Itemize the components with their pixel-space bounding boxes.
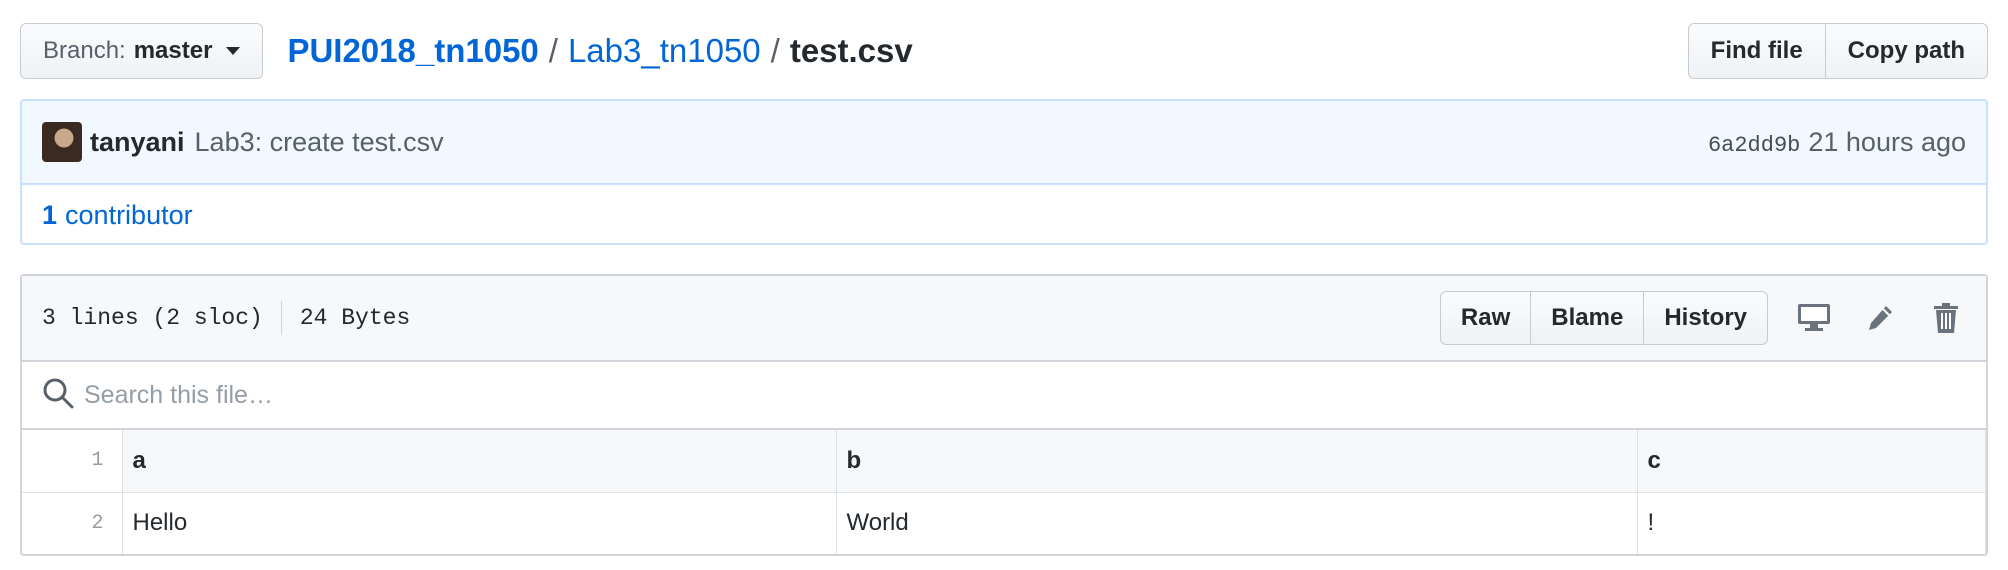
file-info: 3 lines (2 sloc) 24 Bytes <box>42 301 410 335</box>
breadcrumb-file-name: test.csv <box>789 32 913 69</box>
trash-icon[interactable] <box>1926 298 1966 338</box>
contributors-link[interactable]: 1 contributor <box>42 200 193 231</box>
line-number[interactable]: 2 <box>22 491 123 554</box>
file-actions: Raw Blame History <box>1439 291 1966 345</box>
search-icon <box>42 377 74 414</box>
file-info-divider <box>280 301 282 335</box>
commit-tease: tanyani Lab3: create test.csv 6a2dd9b 21… <box>20 99 1988 245</box>
contributors-label: contributor <box>65 199 193 230</box>
table-cell: Hello <box>121 491 837 554</box>
breadcrumb: PUI2018_tn1050 / Lab3_tn1050 / test.csv <box>287 32 912 70</box>
file-size: 24 Bytes <box>299 305 411 331</box>
find-file-button[interactable]: Find file <box>1687 23 1826 79</box>
avatar[interactable] <box>42 122 82 162</box>
file-navigation: Branch: master PUI2018_tn1050 / Lab3_tn1… <box>20 22 1988 80</box>
file-line-count: 3 lines (2 sloc) <box>42 305 263 331</box>
table-cell: ! <box>1636 491 1986 554</box>
table-cell: World <box>835 491 1638 554</box>
github-file-view: Branch: master PUI2018_tn1050 / Lab3_tn1… <box>0 0 2008 570</box>
file-nav-buttons: Find file Copy path <box>1687 23 1988 79</box>
blame-button[interactable]: Blame <box>1531 291 1645 345</box>
file-search-row <box>22 362 1986 430</box>
file-box: 3 lines (2 sloc) 24 Bytes Raw Blame Hist… <box>20 274 1988 556</box>
table-row: 2 Hello World ! <box>22 491 1986 554</box>
copy-path-button[interactable]: Copy path <box>1825 23 1988 79</box>
commit-message-link[interactable]: Lab3: create test.csv <box>195 127 444 158</box>
history-button[interactable]: History <box>1644 291 1768 345</box>
table-header-cell: b <box>835 430 1638 493</box>
breadcrumb-separator: / <box>770 32 780 69</box>
line-number[interactable]: 1 <box>22 430 123 493</box>
search-file-input[interactable] <box>84 380 1584 410</box>
commit-author-link[interactable]: tanyani <box>90 127 185 158</box>
breadcrumb-folder-link[interactable]: Lab3_tn1050 <box>568 32 761 70</box>
raw-button[interactable]: Raw <box>1439 291 1532 345</box>
branch-label: Branch: <box>43 37 126 64</box>
branch-select-button[interactable]: Branch: master <box>20 23 264 79</box>
table-header-cell: c <box>1636 430 1986 493</box>
commit-sha-link[interactable]: 6a2dd9b <box>1708 133 1800 158</box>
table-header-cell: a <box>121 430 837 493</box>
csv-table: 1 a b c 2 Hello World ! <box>22 430 1986 554</box>
contributors-row: 1 contributor <box>22 185 1986 243</box>
branch-name: master <box>133 37 213 64</box>
file-header: 3 lines (2 sloc) 24 Bytes Raw Blame Hist… <box>22 276 1986 362</box>
commit-time: 21 hours ago <box>1808 126 1966 157</box>
table-header-row: 1 a b c <box>22 430 1986 493</box>
chevron-down-icon <box>226 47 241 55</box>
latest-commit-row: tanyani Lab3: create test.csv 6a2dd9b 21… <box>22 101 1986 185</box>
pencil-icon[interactable] <box>1860 298 1900 338</box>
breadcrumb-repo-link[interactable]: PUI2018_tn1050 <box>287 32 538 70</box>
breadcrumb-separator: / <box>548 32 558 69</box>
contributors-count: 1 <box>42 199 58 230</box>
desktop-icon[interactable] <box>1794 298 1834 338</box>
commit-meta: 6a2dd9b 21 hours ago <box>1708 127 1966 158</box>
